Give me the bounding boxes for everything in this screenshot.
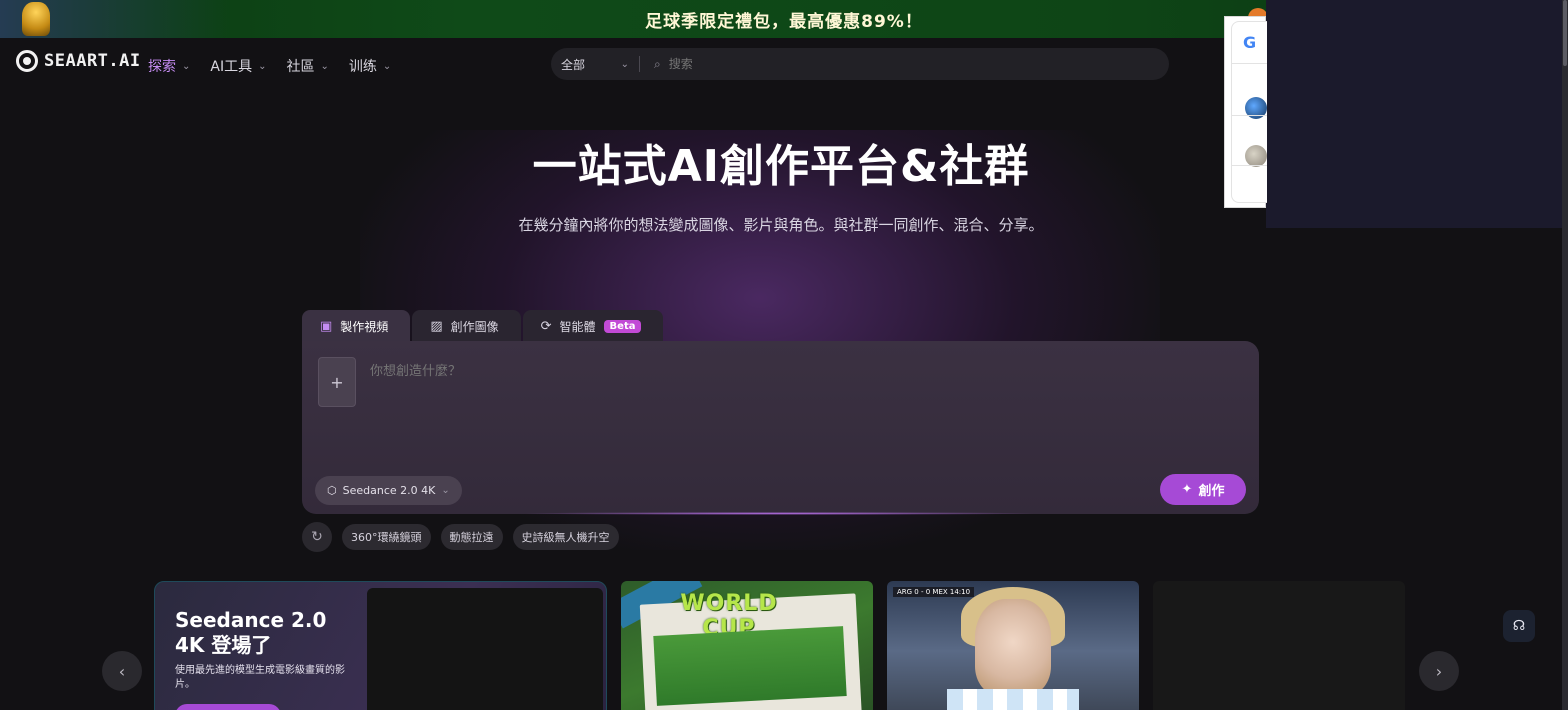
search-scope-label: 全部	[561, 57, 586, 72]
cube-icon: ⬡	[327, 484, 337, 497]
feature-description: 使用最先進的模型生成電影級畫質的影片。	[175, 665, 345, 690]
suggestion-chip[interactable]: 動態拉遠	[440, 524, 503, 550]
beta-badge: Beta	[603, 319, 642, 333]
suggestion-chips: ↻ 360°環繞鏡頭 動態拉遠 史詩級無人機升空	[302, 522, 619, 552]
scrollbar-thumb[interactable]	[1563, 0, 1567, 66]
scrollbar-track[interactable]	[1562, 0, 1568, 710]
chevron-down-icon: ⌄	[382, 60, 392, 72]
logo-icon	[16, 50, 38, 72]
fan-portrait	[975, 599, 1051, 695]
pitch-image	[653, 626, 847, 706]
fan-card[interactable]: ARG 0 - 0 MEX 14:10	[887, 581, 1139, 710]
agent-icon: ⟳	[540, 318, 552, 334]
carousel-next-button[interactable]: ›	[1419, 651, 1459, 691]
main-menu: 探索 ⌄ AI工具 ⌄ 社區 ⌄ 训练 ⌄	[148, 56, 391, 76]
worldcup-card[interactable]: WORLD CUP	[621, 581, 873, 710]
chevron-down-icon: ⌄	[182, 60, 191, 72]
chevron-down-icon: ⌄	[258, 60, 267, 72]
add-reference-button[interactable]: +	[318, 357, 356, 407]
carousel-prev-button[interactable]: ‹	[102, 651, 142, 691]
video-icon: ▣	[320, 318, 333, 334]
search-bar: 全部 ⌄ ⌕	[551, 48, 1169, 80]
google-popup-divider	[1231, 115, 1267, 116]
model-label: Seedance 2.0 4K	[342, 484, 436, 497]
chevron-left-icon: ‹	[118, 661, 126, 681]
search-icon: ⌕	[654, 56, 661, 71]
menu-item-label: 训练	[348, 59, 377, 75]
scoreboard: ARG 0 - 0 MEX 14:10	[893, 587, 975, 597]
prompt-box: + ⬡ Seedance 2.0 4K ⌄ ✦ 創作	[302, 341, 1259, 514]
google-logo-icon: G	[1243, 33, 1257, 52]
refresh-icon: ↻	[311, 529, 323, 545]
tab-label: 製作視頻	[340, 319, 389, 334]
feature-card[interactable]: Seedance 2.0 4K 登場了 使用最先進的模型生成電影級畫質的影片。	[154, 581, 607, 710]
chevron-right-icon: ›	[1435, 661, 1443, 681]
create-button[interactable]: ✦ 創作	[1160, 474, 1246, 505]
image-icon: ▨	[430, 318, 443, 334]
chevron-down-icon: ⌄	[320, 60, 329, 72]
prompt-underglow	[520, 512, 1040, 515]
tab-agent[interactable]: ⟳ 智能體 Beta	[522, 310, 664, 342]
chevron-down-icon: ⌄	[441, 485, 450, 496]
hero-subtitle: 在幾分鐘內將你的想法變成圖像、影片與角色。與社群一同創作、混合、分享。	[518, 216, 1044, 234]
suggestion-chip[interactable]: 史詩級無人機升空	[512, 524, 619, 550]
refresh-suggestions-button[interactable]: ↻	[302, 522, 332, 552]
google-popup-divider	[1231, 63, 1267, 64]
tab-make-video[interactable]: ▣ 製作視頻	[302, 310, 411, 342]
fan-shirt-graphic	[947, 689, 1079, 710]
creation-tabs: ▣ 製作視頻 ▨ 創作圖像 ⟳ 智能體 Beta	[302, 310, 664, 342]
feature-cta-button[interactable]	[175, 704, 281, 710]
menu-item-label: 探索	[148, 59, 176, 75]
promo-text: 足球季限定禮包，最高優惠89%！	[645, 11, 923, 32]
sparkle-icon: ✦	[1181, 482, 1193, 497]
menu-item-explore[interactable]: 探索 ⌄	[148, 56, 190, 76]
tab-label: 智能體	[559, 319, 596, 334]
hero-title: 一站式AI創作平台&社群	[532, 141, 1030, 192]
brand-logo[interactable]: SEAART.AI	[16, 50, 141, 72]
suggestion-chip[interactable]: 360°環繞鏡頭	[342, 524, 431, 550]
menu-item-community[interactable]: 社區 ⌄	[287, 56, 329, 76]
support-button[interactable]: ☊	[1503, 610, 1535, 642]
search-divider	[639, 56, 640, 72]
tab-label: 創作圖像	[450, 319, 499, 334]
menu-item-training[interactable]: 训练 ⌄	[349, 56, 391, 76]
video-card[interactable]	[1153, 581, 1405, 710]
create-label: 創作	[1198, 484, 1225, 499]
brand-name: SEAART.AI	[44, 51, 141, 71]
menu-item-ai-tools[interactable]: AI工具 ⌄	[210, 56, 266, 76]
plus-icon: +	[330, 372, 344, 392]
search-scope-select[interactable]: 全部 ⌄	[551, 56, 639, 73]
feature-title: Seedance 2.0 4K 登場了	[175, 608, 327, 657]
menu-item-label: AI工具	[210, 59, 253, 75]
headset-icon: ☊	[1512, 618, 1526, 634]
trophy-icon	[22, 2, 50, 36]
prompt-input[interactable]	[370, 361, 1230, 381]
feature-media	[367, 588, 603, 710]
search-input[interactable]	[668, 57, 1089, 71]
menu-item-label: 社區	[286, 59, 315, 75]
tab-create-image[interactable]: ▨ 創作圖像	[412, 310, 521, 342]
chevron-down-icon: ⌄	[620, 58, 629, 70]
model-select[interactable]: ⬡ Seedance 2.0 4K ⌄	[315, 476, 462, 505]
